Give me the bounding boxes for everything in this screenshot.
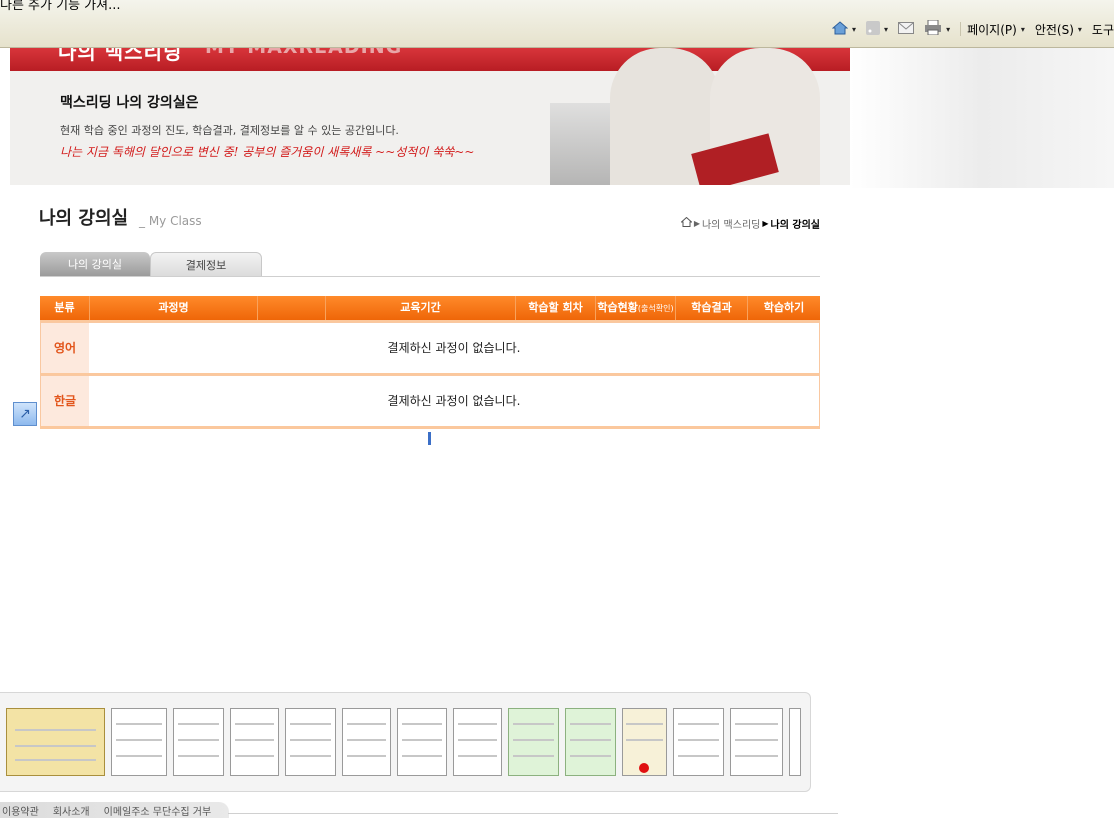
banner-title-ko: 나의 맥스리딩 [58, 48, 183, 64]
tools-menu[interactable]: 도구 [1092, 21, 1114, 38]
table-header: 분류 과정명 교육기간 학습할 회차 학습현황(출석확인) 학습결과 학습하기 [40, 296, 820, 320]
mail-icon [898, 21, 915, 37]
mail-button[interactable] [898, 21, 915, 37]
row-category: 영어 [41, 323, 89, 373]
certificate-thumbnail[interactable] [789, 708, 801, 776]
footer-link-company[interactable]: 회사소개 [53, 803, 90, 818]
tab-payment-info[interactable]: 결제정보 [150, 252, 262, 276]
footer-link-terms[interactable]: 이용약관 [2, 803, 39, 818]
footer-divider [228, 813, 838, 814]
banner-title-en: MY MAXREADING [205, 48, 402, 58]
browser-tools: ▾ ▾ ▾ 페이지(P) ▾ 안전(S) ▾ 도구 [831, 18, 1114, 40]
certificate-thumbnail[interactable] [730, 708, 783, 776]
feeds-button[interactable]: ▾ [866, 20, 889, 38]
certificate-thumbnail[interactable] [342, 708, 391, 776]
toolbar-separator [960, 22, 962, 36]
col-course-name: 과정명 [90, 296, 258, 320]
home-icon[interactable] [680, 216, 693, 230]
certificate-thumbnail[interactable] [6, 708, 105, 776]
certificate-thumbnail[interactable] [230, 708, 279, 776]
tab-my-class[interactable]: 나의 강의실 [40, 252, 150, 276]
addon-link[interactable]: 다른 추가 기능 가져... [0, 0, 120, 13]
certificate-thumbnail[interactable] [508, 708, 559, 776]
footer-links: 이용약관 회사소개 이메일주소 무단수집 거부 [0, 802, 230, 818]
certificate-thumbnail[interactable] [285, 708, 336, 776]
chevron-down-icon: ▾ [852, 24, 857, 34]
page-menu[interactable]: 페이지(P) ▾ [967, 21, 1025, 38]
side-background [850, 48, 1114, 188]
tab-divider [40, 276, 820, 277]
table-row: 한글 결제하신 과정이 없습니다. [40, 375, 820, 427]
certificate-thumbnail[interactable] [673, 708, 724, 776]
certificate-thumbnail[interactable] [173, 708, 224, 776]
banner-heading: 맥스리딩 나의 강의실은 [60, 95, 199, 111]
certificate-strip [0, 692, 811, 792]
home-button[interactable]: ▾ [831, 20, 857, 38]
breadcrumb: ▶ 나의 맥스리딩 ▶ 나의 강의실 [680, 216, 820, 231]
col-status: 학습현황(출석확인) [596, 296, 676, 320]
certificate-thumbnail[interactable] [453, 708, 502, 776]
certificate-thumbnail[interactable] [622, 708, 667, 776]
certificate-thumbnail[interactable] [565, 708, 616, 776]
certificate-thumbnail[interactable] [397, 708, 447, 776]
safety-menu-label: 안전(S) [1034, 22, 1074, 37]
print-button[interactable]: ▾ [924, 19, 951, 38]
banner-description: 현재 학습 중인 과정의 진도, 학습결과, 결제정보를 알 수 있는 공간입니… [60, 124, 399, 137]
col-result: 학습결과 [676, 296, 748, 320]
page-subtitle: _ My Class [139, 214, 202, 228]
col-status-note: (출석확인) [637, 304, 674, 313]
col-category: 분류 [40, 296, 90, 320]
certificate-thumbnail[interactable] [111, 708, 167, 776]
red-seal-icon [639, 763, 649, 773]
col-blank [258, 296, 326, 320]
triangle-right-icon: ▶ [762, 219, 769, 228]
footer-link-email-policy[interactable]: 이메일주소 무단수집 거부 [104, 803, 212, 818]
row-category: 한글 [41, 376, 89, 426]
chevron-down-icon: ▾ [1020, 24, 1025, 34]
safety-menu[interactable]: 안전(S) ▾ [1035, 21, 1082, 38]
tab-bar: 나의 강의실 결제정보 [40, 252, 262, 276]
triangle-right-icon: ▶ [693, 219, 700, 228]
page-title: 나의 강의실 [39, 208, 129, 229]
table-row: 영어 결제하신 과정이 없습니다. [40, 322, 820, 374]
banner: 나의 맥스리딩 MY MAXREADING 맥스리딩 나의 강의실은 현재 학습… [10, 48, 850, 185]
printer-icon [924, 19, 942, 38]
chevron-down-icon: ▾ [884, 24, 889, 34]
col-study: 학습하기 [763, 301, 805, 314]
tools-menu-label: 도구 [1091, 22, 1114, 37]
chevron-down-icon: ▾ [1077, 24, 1082, 34]
banner-slogan: 나는 지금 독해의 달인으로 변신 중! 공부의 즐거움이 새록새록 ~~성적이… [60, 145, 475, 159]
browser-command-bar: 다른 추가 기능 가져... ▾ ▾ ▾ 페이지(P) ▾ 안전(S) ▾ 도구 [0, 0, 1114, 48]
expand-arrow-icon[interactable]: ↗ [13, 402, 37, 426]
row-divider [40, 426, 820, 429]
col-status-label: 학습현황 [597, 301, 638, 314]
page-menu-label: 페이지(P) [967, 22, 1017, 37]
chevron-down-icon: ▾ [946, 24, 951, 34]
home-icon [831, 20, 849, 38]
text-cursor [428, 432, 431, 445]
breadcrumb-item[interactable]: 나의 맥스리딩 [702, 216, 760, 231]
col-period: 교육기간 [326, 296, 516, 320]
col-sessions: 학습할 회차 [516, 296, 596, 320]
rss-icon [866, 20, 881, 38]
row-message: 결제하신 과정이 없습니다. [387, 341, 521, 355]
row-message: 결제하신 과정이 없습니다. [387, 394, 521, 408]
breadcrumb-current: 나의 강의실 [770, 220, 820, 231]
